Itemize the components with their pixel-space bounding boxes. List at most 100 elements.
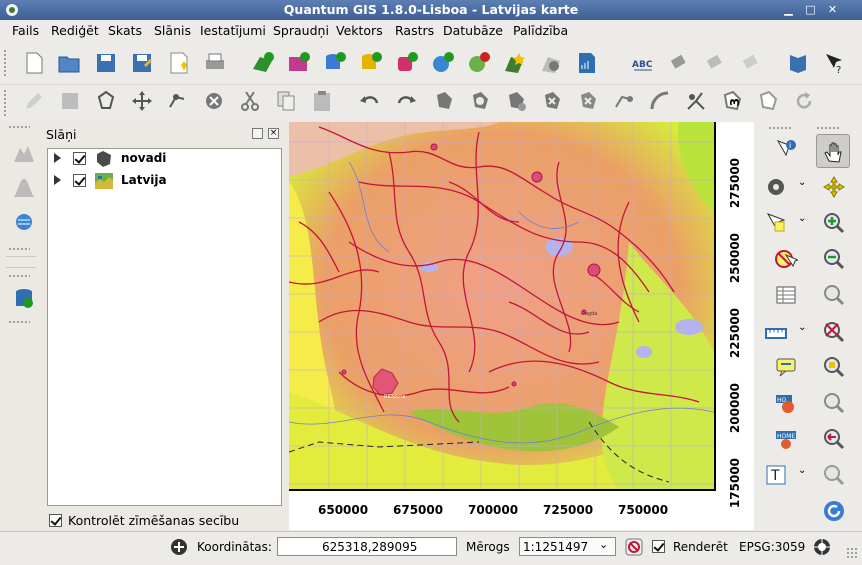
- toggle-editing-icon[interactable]: [22, 89, 46, 113]
- zoom-full-icon[interactable]: [822, 283, 846, 307]
- menu-vektors[interactable]: Vektors: [336, 23, 383, 38]
- close-icon[interactable]: ✕: [825, 3, 840, 17]
- help-contents-icon[interactable]: [786, 51, 810, 75]
- toolbar-grip[interactable]: [8, 247, 30, 251]
- new-spatial-bookmark-icon[interactable]: HO: [774, 391, 798, 415]
- print-icon[interactable]: [203, 51, 227, 75]
- pan-map-button[interactable]: [816, 134, 850, 168]
- float-panel-icon[interactable]: [252, 128, 263, 139]
- toolbar-grip[interactable]: [3, 49, 7, 77]
- layer-tree[interactable]: novadi Latvija: [47, 148, 282, 506]
- zoom-out-icon[interactable]: [822, 247, 846, 271]
- new-bookmark-icon[interactable]: [503, 51, 527, 75]
- simplify-feature-icon[interactable]: [432, 89, 456, 113]
- redo-icon[interactable]: [394, 89, 418, 113]
- add-mssql-layer-icon[interactable]: [395, 51, 419, 75]
- measure-line-icon[interactable]: [764, 320, 788, 344]
- render-checkbox[interactable]: [652, 540, 665, 553]
- layer-item-novadi[interactable]: novadi: [48, 149, 278, 169]
- add-postgis-layer-icon[interactable]: [323, 51, 347, 75]
- save-edits-icon[interactable]: [58, 89, 82, 113]
- save-as-icon[interactable]: [130, 51, 154, 75]
- raster-local-stretch-icon[interactable]: [12, 175, 36, 199]
- pin-labels-icon[interactable]: [667, 51, 691, 75]
- toolbar-grip[interactable]: [3, 89, 7, 117]
- delete-selected-icon[interactable]: [202, 89, 226, 113]
- menu-spraudni[interactable]: Spraudņi: [273, 23, 329, 38]
- delete-part-icon[interactable]: [576, 89, 600, 113]
- menu-slanis[interactable]: Slānis: [154, 23, 191, 38]
- identify-features-icon[interactable]: i: [774, 138, 798, 162]
- open-attribute-table-icon[interactable]: [774, 283, 798, 307]
- map-canvas[interactable]: Dagda Rēzekne: [289, 122, 714, 489]
- add-spatialite-layer-icon[interactable]: [359, 51, 383, 75]
- menu-datubaze[interactable]: Datubāze: [443, 23, 503, 38]
- dropdown-arrow-icon[interactable]: ⌄: [798, 177, 806, 188]
- scale-combobox[interactable]: 1:1251497 ⌄: [519, 537, 616, 556]
- stop-rendering-icon[interactable]: [624, 537, 644, 557]
- zoom-next-icon[interactable]: [822, 463, 846, 487]
- coordinates-field[interactable]: 625318,289095: [277, 537, 457, 556]
- menu-fails[interactable]: Fails: [12, 23, 39, 38]
- whats-this-icon[interactable]: ?: [822, 51, 846, 75]
- zoom-previous-icon[interactable]: [822, 427, 846, 451]
- zoom-in-icon[interactable]: [822, 211, 846, 235]
- add-vector-layer-icon[interactable]: [251, 51, 275, 75]
- dropdown-arrow-icon[interactable]: ⌄: [798, 465, 806, 476]
- zoom-last-icon[interactable]: [822, 391, 846, 415]
- crs-status[interactable]: EPSG:3059: [739, 540, 805, 554]
- toolbar-grip[interactable]: [816, 126, 840, 130]
- text-annotation-icon[interactable]: T: [764, 463, 788, 487]
- layer-visibility-checkbox[interactable]: [73, 152, 86, 165]
- toggle-extents-icon[interactable]: [170, 538, 188, 556]
- menu-rastrs[interactable]: Rastrs: [395, 23, 434, 38]
- save-project-icon[interactable]: [94, 51, 118, 75]
- node-tool-icon[interactable]: [166, 89, 190, 113]
- new-project-icon[interactable]: [22, 51, 46, 75]
- undo-icon[interactable]: [358, 89, 382, 113]
- new-gpx-layer-icon[interactable]: [575, 51, 599, 75]
- close-panel-icon[interactable]: ×: [268, 128, 279, 139]
- paste-features-icon[interactable]: [310, 89, 334, 113]
- refresh-map-icon[interactable]: [822, 499, 846, 523]
- open-project-icon[interactable]: [57, 51, 81, 75]
- layer-visibility-checkbox[interactable]: [73, 174, 86, 187]
- split-features-icon[interactable]: [684, 89, 708, 113]
- show-bookmarks-icon[interactable]: HOME: [774, 427, 798, 451]
- database-layer-icon[interactable]: [12, 287, 36, 311]
- zoom-native-icon[interactable]: [822, 355, 846, 379]
- menu-skats[interactable]: Skats: [108, 23, 142, 38]
- delete-ring-icon[interactable]: [540, 89, 564, 113]
- move-feature-icon[interactable]: [130, 89, 154, 113]
- add-ring-icon[interactable]: [468, 89, 492, 113]
- toolbar-grip[interactable]: [8, 274, 30, 278]
- maximize-icon[interactable]: □: [803, 3, 818, 17]
- add-feature-icon[interactable]: [94, 89, 118, 113]
- add-wms-layer-icon[interactable]: [431, 51, 455, 75]
- new-print-composer-icon[interactable]: [167, 51, 191, 75]
- zoom-to-selection-icon[interactable]: [822, 175, 846, 199]
- deselect-features-icon[interactable]: [774, 247, 798, 271]
- show-hide-labels-icon[interactable]: [703, 51, 727, 75]
- toolbar-grip[interactable]: [768, 126, 792, 130]
- add-wfs-layer-icon[interactable]: [12, 210, 36, 234]
- minimize-icon[interactable]: ▁: [781, 3, 796, 17]
- toolbar-grip[interactable]: [8, 320, 30, 324]
- toolbar-grip[interactable]: [8, 125, 30, 129]
- offset-curve-icon[interactable]: [648, 89, 672, 113]
- copy-features-icon[interactable]: [274, 89, 298, 113]
- move-label-icon[interactable]: [739, 51, 763, 75]
- raster-histogram-stretch-icon[interactable]: [12, 140, 36, 164]
- crs-settings-icon[interactable]: [812, 537, 832, 557]
- add-part-icon[interactable]: [504, 89, 528, 113]
- merge-attributes-icon[interactable]: [756, 89, 780, 113]
- reshape-features-icon[interactable]: [612, 89, 636, 113]
- zoom-to-layer-icon[interactable]: [822, 320, 846, 344]
- cut-features-icon[interactable]: [238, 89, 262, 113]
- select-features-icon[interactable]: [764, 211, 788, 235]
- run-feature-action-icon[interactable]: [764, 175, 788, 199]
- menu-iestatijumi[interactable]: Iestatījumi: [200, 23, 266, 38]
- rotate-symbols-icon[interactable]: [792, 89, 816, 113]
- render-order-checkbox[interactable]: [49, 514, 62, 527]
- dropdown-arrow-icon[interactable]: ⌄: [798, 213, 806, 224]
